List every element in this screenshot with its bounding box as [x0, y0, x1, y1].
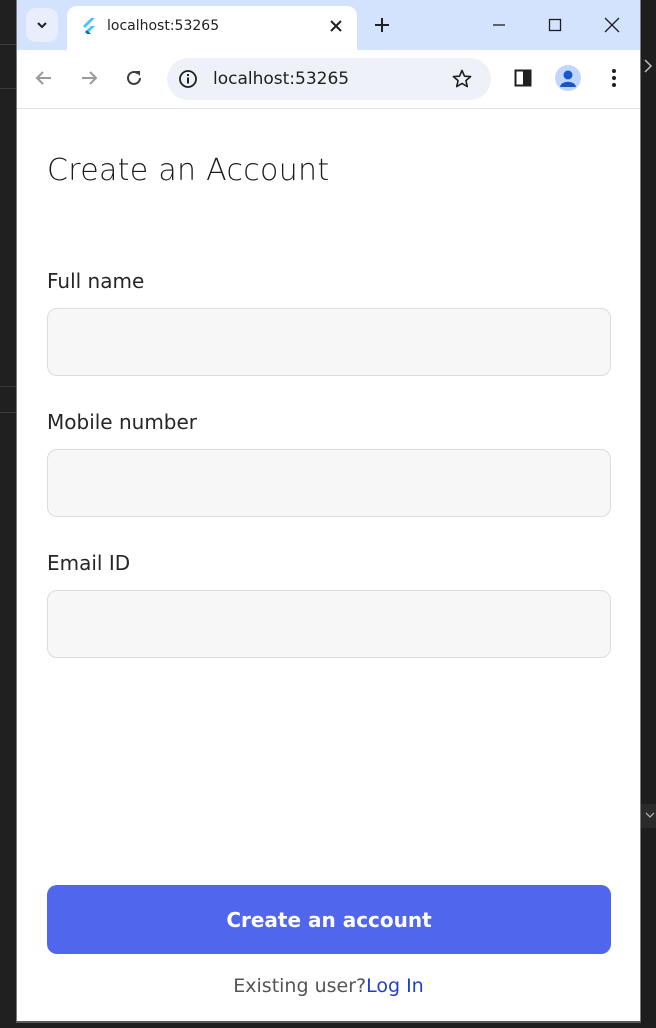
address-url: localhost:53265: [213, 69, 350, 89]
address-bar[interactable]: localhost:53265: [167, 58, 491, 100]
forward-icon: [82, 71, 98, 85]
maximize-icon: [548, 18, 562, 32]
mobile-number-input[interactable]: [47, 449, 611, 517]
reload-button[interactable]: [121, 65, 147, 91]
back-button[interactable]: [31, 65, 57, 91]
browser-menu-button[interactable]: [601, 65, 627, 91]
forward-button[interactable]: [76, 65, 102, 91]
new-tab-icon: [375, 18, 389, 32]
footer-login-prompt: Existing user?Log In: [17, 975, 640, 997]
browser-toolbar: localhost:53265: [17, 50, 640, 109]
close-window-icon: [604, 17, 620, 33]
browser-window: localhost:53265 localhost:53265 Create a…: [16, 0, 641, 1021]
bookmark-button[interactable]: [451, 68, 473, 90]
close-tab-button[interactable]: [327, 17, 345, 35]
site-info-button[interactable]: [177, 68, 199, 90]
tab-search-button[interactable]: [26, 8, 58, 42]
menu-kebab-icon: [612, 69, 616, 87]
reload-icon: [127, 70, 141, 85]
maximize-button[interactable]: [542, 12, 568, 38]
email-id-label: Email ID: [47, 551, 131, 575]
full-name-label: Full name: [47, 269, 145, 293]
chevron-down-icon: [37, 22, 47, 29]
page-title: Create an Account: [47, 153, 330, 188]
existing-user-text: Existing user?: [233, 975, 367, 997]
close-window-button[interactable]: [599, 12, 625, 38]
side-panel-button[interactable]: [510, 65, 536, 91]
full-name-input[interactable]: [47, 308, 611, 376]
minimize-button[interactable]: [486, 12, 512, 38]
minimize-icon: [493, 24, 505, 26]
title-bar: localhost:53265: [17, 0, 640, 50]
back-icon: [35, 71, 51, 85]
side-panel-icon: [514, 69, 532, 87]
flutter-favicon-icon: [83, 18, 95, 34]
background-editor-right: [641, 0, 656, 1023]
login-link[interactable]: Log In: [366, 975, 424, 997]
new-tab-button[interactable]: [371, 14, 393, 36]
create-account-button[interactable]: Create an account: [47, 885, 611, 954]
mobile-number-label: Mobile number: [47, 410, 198, 434]
tab-title: localhost:53265: [107, 18, 220, 34]
browser-tab[interactable]: localhost:53265: [67, 6, 357, 50]
close-icon: [330, 20, 342, 32]
page-content: Create an Account Full name Mobile numbe…: [17, 109, 640, 1021]
bookmark-star-icon: [452, 69, 472, 88]
background-editor-left: [0, 0, 16, 1023]
email-id-input[interactable]: [47, 590, 611, 658]
site-info-icon: [179, 70, 197, 88]
profile-avatar-icon[interactable]: [555, 65, 581, 91]
